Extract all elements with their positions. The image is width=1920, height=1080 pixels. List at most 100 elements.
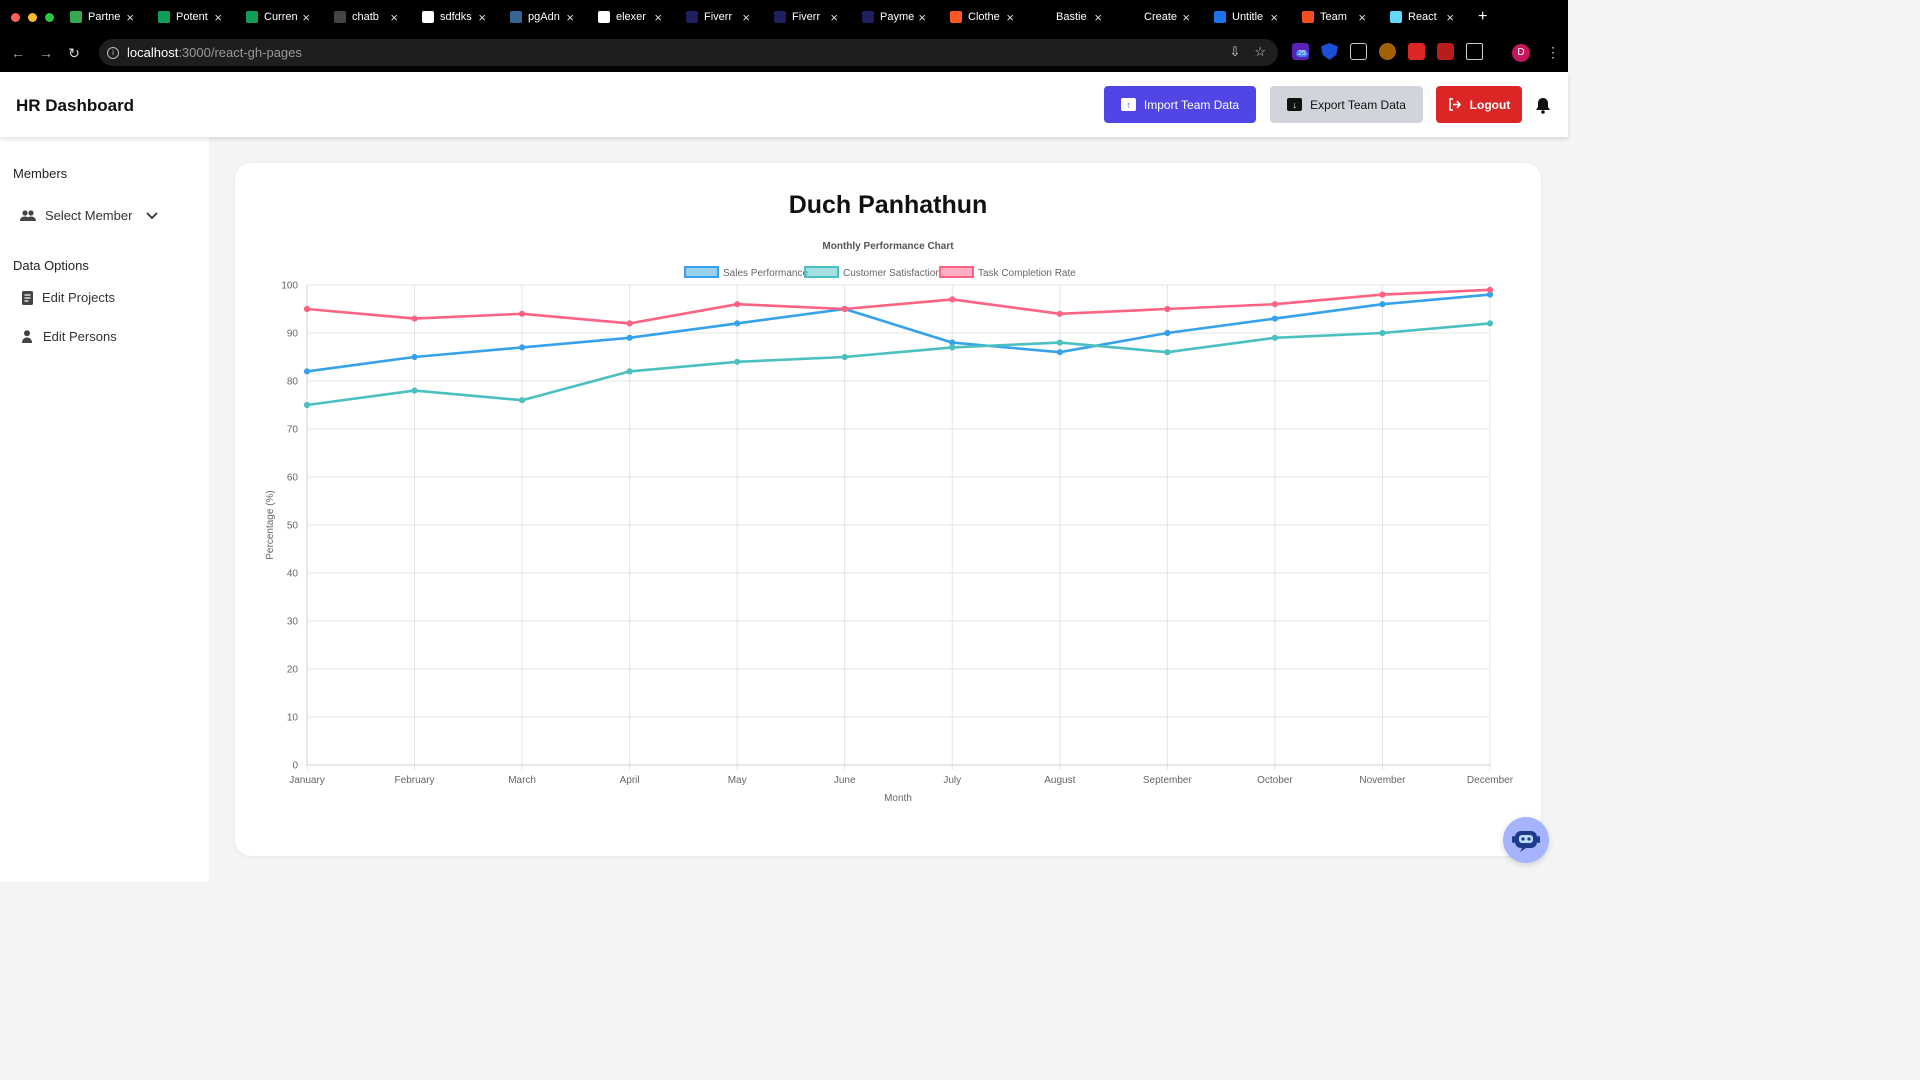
browser-tab[interactable]: pgAdn × [504, 0, 592, 34]
minimize-window-button[interactable] [28, 12, 37, 22]
browser-tab[interactable]: Curren × [240, 0, 328, 34]
import-label: Import Team Data [1143, 97, 1240, 112]
address-bar[interactable]: i localhost:3000/react-gh-pages ⇩ ☆ [99, 39, 1278, 66]
close-tab-icon[interactable]: × [830, 10, 838, 25]
site-info-icon[interactable]: i [107, 46, 119, 59]
x-tick-label: June [834, 775, 856, 786]
data-point [1486, 286, 1494, 293]
data-point [626, 334, 633, 341]
import-team-data-button[interactable]: ↑ Import Team Data [1104, 86, 1256, 123]
browser-tab[interactable]: Potent × [152, 0, 240, 34]
browser-tab[interactable]: Clothe × [944, 0, 1032, 34]
notification-bell-icon[interactable] [1535, 97, 1551, 114]
y-tick-label: 80 [287, 377, 299, 388]
close-tab-icon[interactable]: × [1358, 10, 1366, 25]
close-tab-icon[interactable]: × [478, 10, 486, 25]
x-tick-label: December [1467, 775, 1514, 786]
export-team-data-button[interactable]: ↓ Export Team Data [1270, 86, 1423, 123]
maximize-window-button[interactable] [45, 12, 54, 22]
close-tab-icon[interactable]: × [1182, 10, 1190, 25]
tab-favicon-icon [70, 11, 82, 23]
close-window-button[interactable] [11, 12, 20, 22]
close-tab-icon[interactable]: × [1446, 10, 1454, 25]
close-tab-icon[interactable]: × [390, 10, 398, 25]
tab-favicon-icon [1038, 11, 1050, 23]
browser-tabs: Partne × Potent × Curren × chatb × sdfdks × pgAdn ×… [64, 0, 1472, 34]
tab-favicon-icon [950, 11, 962, 23]
reload-button[interactable]: ↻ [60, 45, 88, 62]
browser-tab[interactable]: Fiverr × [768, 0, 856, 34]
tab-title: chatb [352, 11, 379, 23]
close-tab-icon[interactable]: × [654, 10, 662, 25]
data-point [734, 358, 741, 365]
browser-tab[interactable]: chatb × [328, 0, 416, 34]
red-extension-icon[interactable] [1408, 43, 1425, 60]
close-tab-icon[interactable]: × [302, 10, 310, 25]
extensions-area: 25 [1292, 43, 1483, 60]
shield-extension-icon[interactable] [1321, 43, 1338, 60]
close-tab-icon[interactable]: × [566, 10, 574, 25]
y-axis-label: Percentage (%) [265, 490, 276, 559]
browser-tab[interactable]: React × [1384, 0, 1472, 34]
tab-title: Curren [264, 11, 298, 23]
circle-extension-icon[interactable] [1379, 43, 1396, 60]
data-point [626, 320, 633, 327]
back-button[interactable]: ← [4, 45, 32, 61]
data-point [1271, 301, 1279, 308]
y-tick-label: 30 [287, 617, 299, 628]
legend-label: Customer Satisfaction [843, 268, 941, 279]
data-point [1486, 320, 1494, 327]
extension-icon[interactable]: 25 [1292, 43, 1309, 60]
edit-projects-label: Edit Projects [42, 290, 115, 305]
browser-tab[interactable]: Create × [1120, 0, 1208, 34]
users-icon [20, 209, 36, 221]
install-app-icon[interactable]: ⇩ [1229, 44, 1240, 60]
browser-tab[interactable]: Payme × [856, 0, 944, 34]
new-tab-button[interactable]: + [1478, 8, 1487, 26]
browser-tab[interactable]: Team × [1296, 0, 1384, 34]
chatbot-button[interactable] [1503, 817, 1549, 863]
close-tab-icon[interactable]: × [1006, 10, 1014, 25]
glasses-extension-icon[interactable] [1350, 43, 1367, 60]
profile-avatar[interactable]: D [1512, 44, 1530, 62]
y-tick-label: 50 [287, 521, 299, 532]
sidebar: Members Select Member Data Options Edit … [0, 137, 209, 882]
data-point [626, 368, 633, 375]
forward-button[interactable]: → [32, 45, 60, 61]
close-tab-icon[interactable]: × [126, 10, 134, 25]
tab-title: React [1408, 11, 1437, 23]
close-tab-icon[interactable]: × [214, 10, 222, 25]
close-tab-icon[interactable]: × [918, 10, 926, 25]
browser-tab[interactable]: Partne × [64, 0, 152, 34]
tab-title: Untitle [1232, 11, 1264, 23]
play-extension-icon[interactable] [1437, 43, 1454, 60]
chart-title: Monthly Performance Chart [822, 241, 954, 252]
browser-tab[interactable]: Untitle × [1208, 0, 1296, 34]
data-point [1056, 349, 1063, 356]
puzzle-icon[interactable] [1466, 43, 1483, 60]
data-point [1164, 329, 1171, 337]
browser-menu-icon[interactable]: ⋮ [1546, 44, 1560, 61]
y-tick-label: 20 [287, 665, 299, 676]
x-tick-label: February [395, 775, 435, 786]
bookmark-star-icon[interactable]: ☆ [1254, 44, 1266, 60]
select-member-dropdown[interactable]: Select Member [20, 208, 159, 223]
browser-tab[interactable]: sdfdks × [416, 0, 504, 34]
data-options-heading: Data Options [13, 258, 89, 273]
browser-tab-bar: Partne × Potent × Curren × chatb × sdfdks × pgAdn ×… [0, 0, 1568, 34]
close-tab-icon[interactable]: × [1270, 10, 1278, 25]
logout-button[interactable]: Logout [1436, 86, 1522, 123]
legend-item: Sales Performance [684, 266, 808, 279]
tab-favicon-icon [1302, 11, 1314, 23]
edit-persons-link[interactable]: Edit Persons [22, 329, 117, 344]
browser-tab[interactable]: elexer × [592, 0, 680, 34]
x-tick-label: November [1359, 775, 1406, 786]
browser-tab[interactable]: Fiverr × [680, 0, 768, 34]
browser-tab[interactable]: Bastie × [1032, 0, 1120, 34]
y-tick-label: 70 [287, 425, 299, 436]
export-label: Export Team Data [1310, 97, 1406, 112]
edit-projects-link[interactable]: Edit Projects [22, 290, 115, 305]
close-tab-icon[interactable]: × [742, 10, 750, 25]
data-point [1379, 329, 1386, 337]
close-tab-icon[interactable]: × [1094, 10, 1102, 25]
